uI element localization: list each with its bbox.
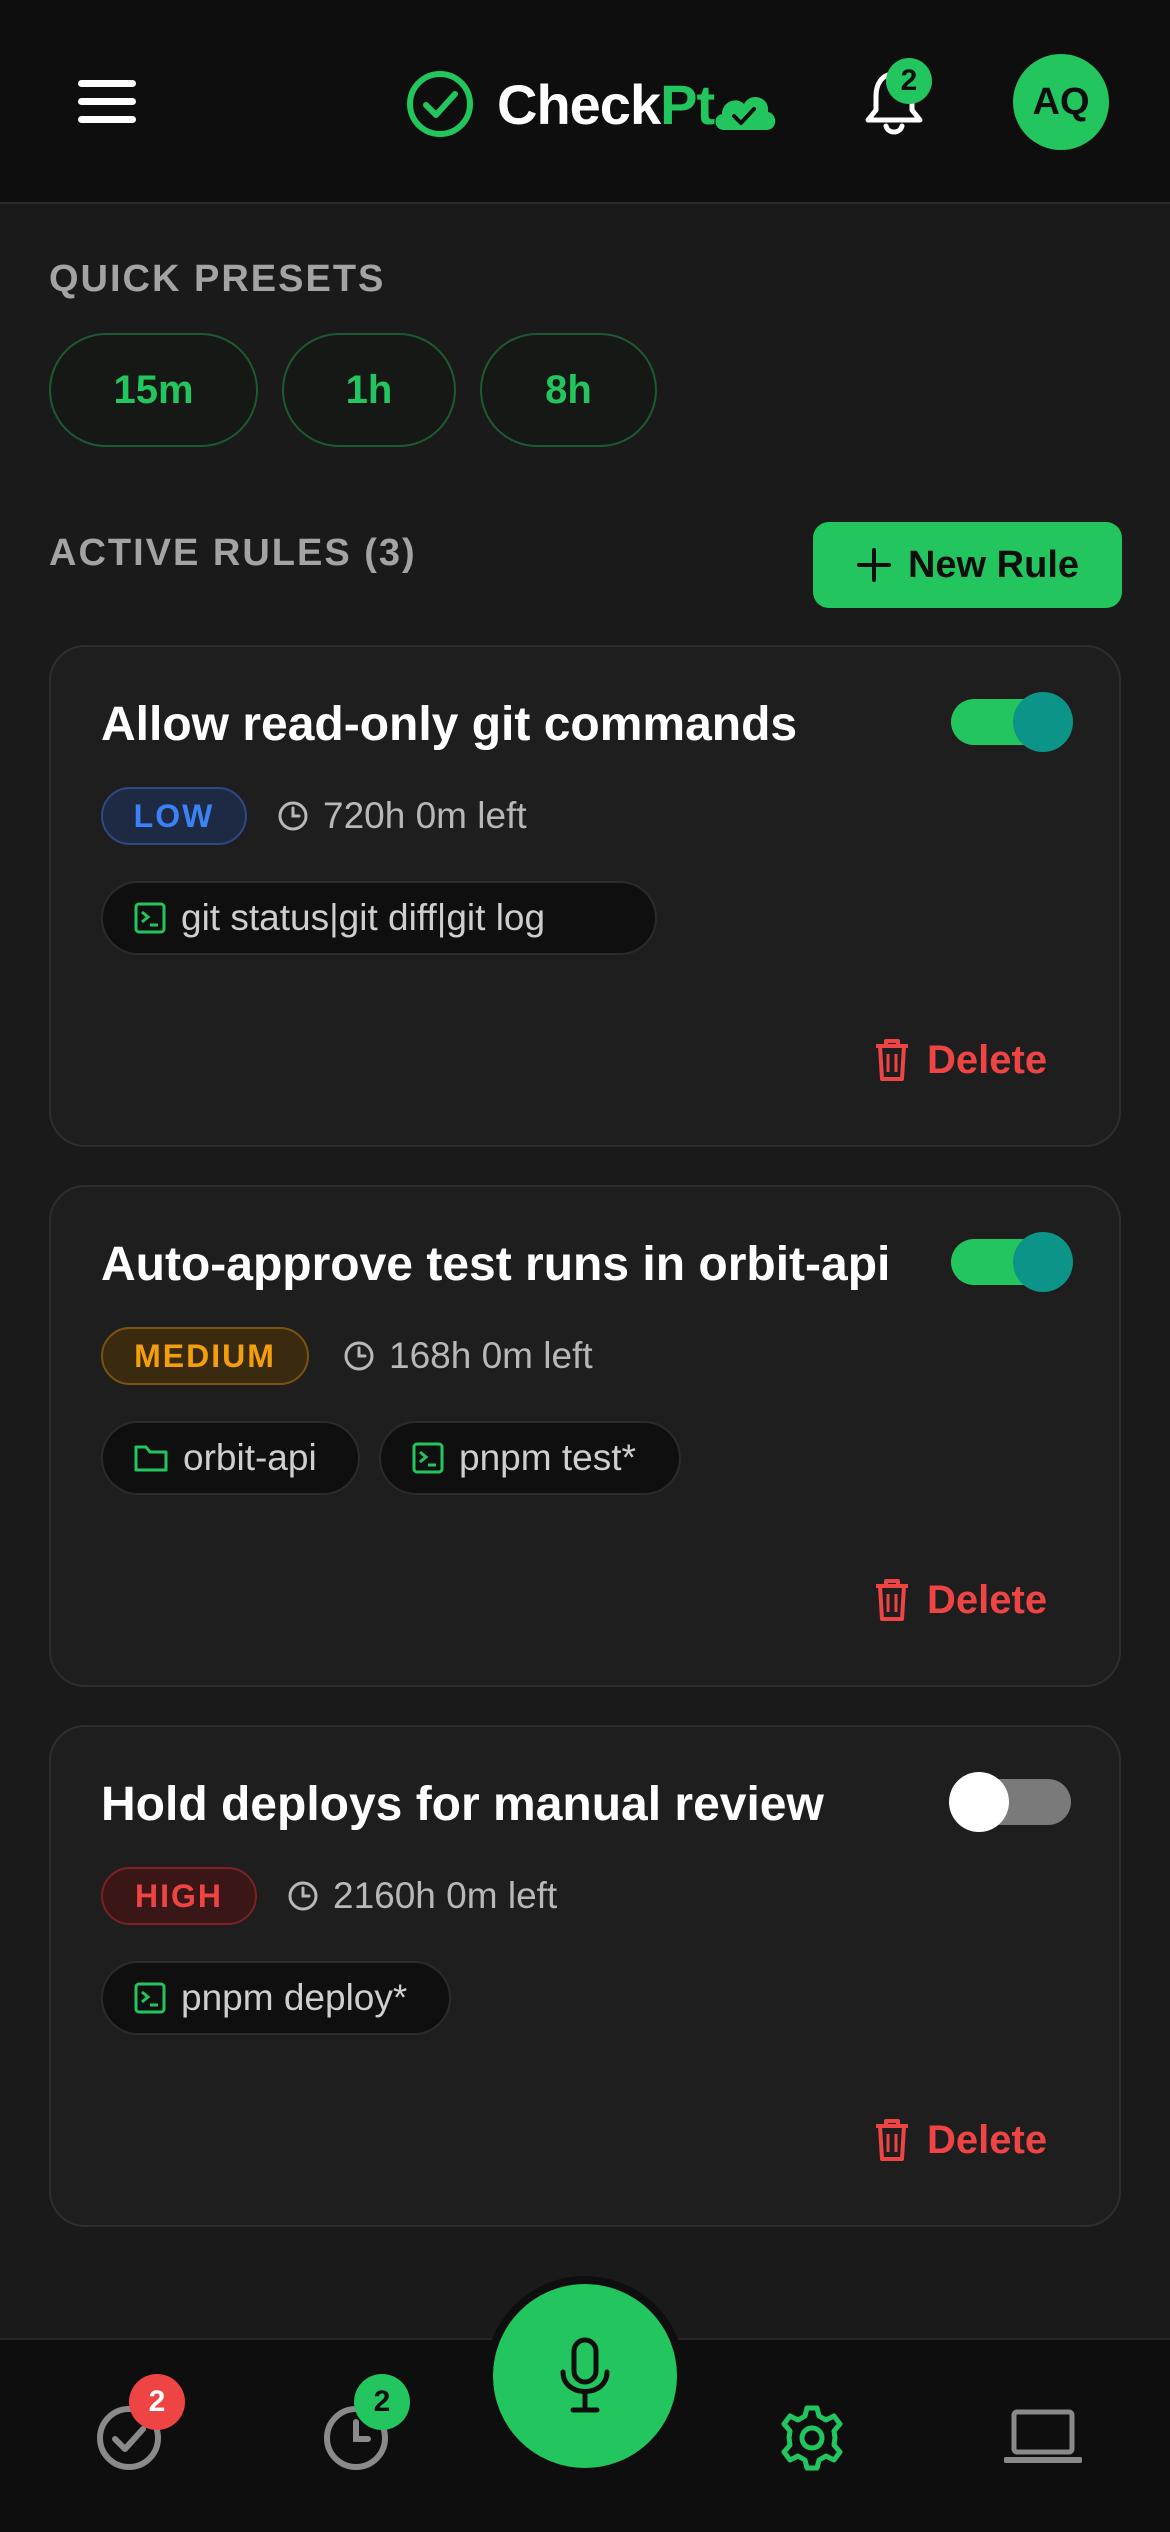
rule-title: Allow read-only git commands <box>101 698 798 751</box>
delete-label: Delete <box>927 1577 1048 1622</box>
time-left: 2160h 0m left <box>287 1867 557 1925</box>
new-rule-label: New Rule <box>907 543 1080 586</box>
toggle-knob <box>1013 692 1073 752</box>
delete-label: Delete <box>927 1037 1048 1082</box>
nav-devices[interactable] <box>1003 2402 1083 2474</box>
menu-icon-line <box>78 116 136 123</box>
chip-label: git status|git diff|git log <box>181 897 546 938</box>
terminal-icon <box>412 1442 444 1474</box>
toggle-knob <box>1013 1232 1073 1292</box>
rule-chip: orbit-api <box>101 1421 360 1495</box>
nav-settings[interactable] <box>776 2402 848 2474</box>
menu-button[interactable] <box>78 80 136 124</box>
level-badge-medium: MEDIUM <box>101 1327 309 1385</box>
chip-label: orbit-api <box>183 1437 317 1478</box>
nav-approvals[interactable]: 2 <box>93 2374 185 2474</box>
preset-8h[interactable]: 8h <box>480 333 657 447</box>
trash-icon <box>876 2119 908 2161</box>
history-badge: 2 <box>354 2374 410 2430</box>
gear-icon <box>781 2405 843 2471</box>
rule-toggle[interactable] <box>951 692 1073 752</box>
rule-toggle[interactable] <box>951 1232 1073 1292</box>
rule-chip: pnpm deploy* <box>101 1961 451 2035</box>
toggle-knob <box>949 1772 1009 1832</box>
menu-icon-line <box>78 80 136 87</box>
notifications-badge: 2 <box>886 58 932 104</box>
quick-presets-title: QUICK PRESETS <box>49 258 386 300</box>
delete-button[interactable]: Delete <box>873 1565 1047 1635</box>
check-circle-icon <box>407 71 473 137</box>
avatar[interactable]: AQ <box>1013 54 1109 150</box>
brand-name: CheckPt <box>497 72 715 136</box>
rule-title: Hold deploys for manual review <box>101 1778 824 1831</box>
clock-icon <box>288 1881 318 1911</box>
folder-icon <box>134 1445 168 1472</box>
rule-card: Hold deploys for manual review HIGH 2160… <box>49 1725 1121 2227</box>
app-header: CheckPt 2 AQ <box>0 0 1170 204</box>
chip-label: pnpm test* <box>459 1437 636 1478</box>
clock-icon <box>344 1341 374 1371</box>
active-rules-title: ACTIVE RULES (3) <box>49 532 417 574</box>
trash-icon <box>876 1579 908 1621</box>
terminal-icon <box>134 902 166 934</box>
preset-15m[interactable]: 15m <box>49 333 258 447</box>
rule-toggle[interactable] <box>949 1772 1071 1832</box>
time-left-label: 2160h 0m left <box>333 1875 558 1916</box>
time-left-label: 168h 0m left <box>389 1335 593 1376</box>
rule-card: Allow read-only git commands LOW 720h 0m… <box>49 645 1121 1147</box>
approvals-badge: 2 <box>129 2374 185 2430</box>
time-left-label: 720h 0m left <box>323 795 527 836</box>
rule-card: Auto-approve test runs in orbit-api MEDI… <box>49 1185 1121 1687</box>
rule-title: Auto-approve test runs in orbit-api <box>101 1238 891 1291</box>
delete-label: Delete <box>927 2117 1048 2162</box>
terminal-icon <box>134 1982 166 2014</box>
brand-logo: CheckPt <box>405 64 780 144</box>
cloud-check-icon <box>715 97 776 130</box>
time-left: 720h 0m left <box>277 787 527 845</box>
trash-icon <box>876 1039 908 1081</box>
nav-history[interactable]: 2 <box>320 2374 410 2474</box>
delete-button[interactable]: Delete <box>873 1025 1047 1095</box>
rule-chip: pnpm test* <box>379 1421 681 1495</box>
laptop-icon <box>1003 2409 1083 2463</box>
preset-1h[interactable]: 1h <box>282 333 456 447</box>
menu-icon-line <box>78 98 136 105</box>
time-left: 168h 0m left <box>343 1327 593 1385</box>
plus-icon <box>856 548 891 582</box>
voice-button[interactable] <box>485 2276 685 2476</box>
new-rule-button[interactable]: New Rule <box>813 522 1122 608</box>
level-badge-high: HIGH <box>101 1867 257 1925</box>
chip-label: pnpm deploy* <box>181 1977 408 2018</box>
delete-button[interactable]: Delete <box>873 2105 1047 2175</box>
rule-chip: git status|git diff|git log <box>101 881 657 955</box>
microphone-icon <box>560 2337 610 2413</box>
clock-icon <box>278 801 308 831</box>
level-badge-low: LOW <box>101 787 247 845</box>
notifications-button[interactable]: 2 <box>862 58 932 138</box>
